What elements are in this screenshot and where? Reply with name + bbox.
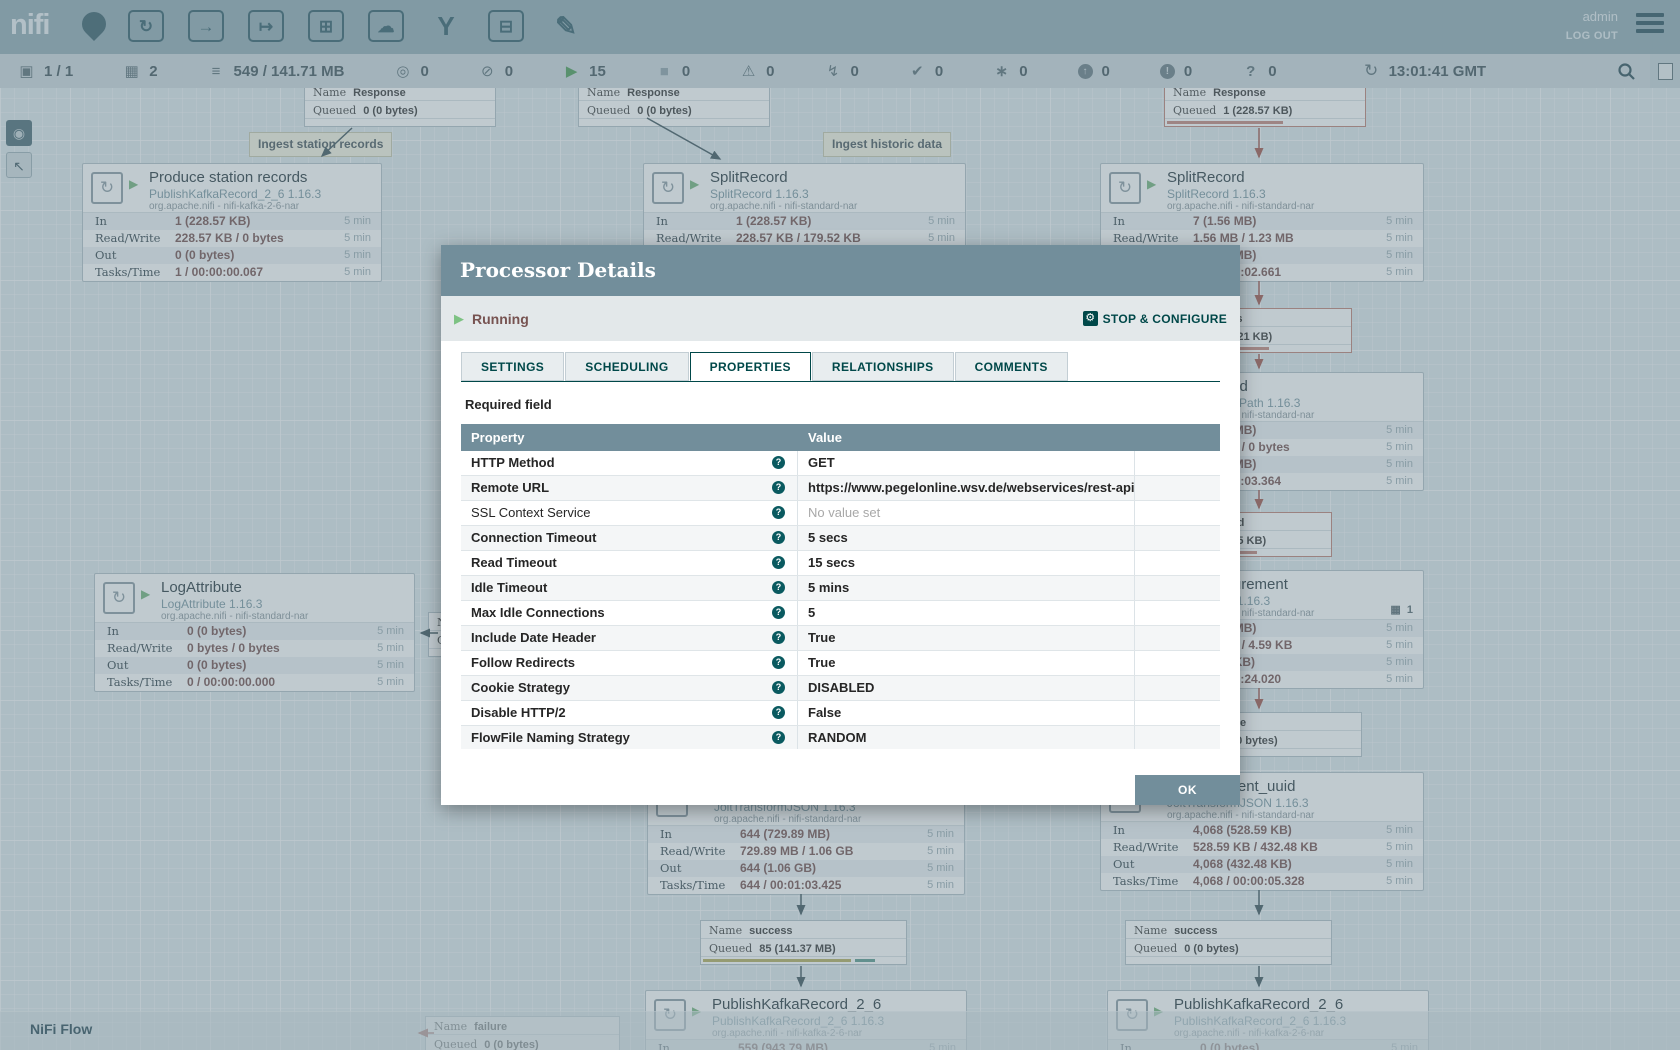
property-name-cell: Connection Timeout ? bbox=[461, 526, 798, 550]
gear-icon: ⚙ bbox=[1083, 311, 1098, 326]
run-state-label: Running bbox=[472, 311, 529, 327]
tab-comments[interactable]: COMMENTS bbox=[955, 352, 1068, 381]
property-value-cell: No value set bbox=[798, 501, 1135, 525]
running-icon: ▶ bbox=[454, 311, 464, 327]
property-value-cell: 5 mins bbox=[798, 576, 1135, 600]
property-name-cell: HTTP Method ? bbox=[461, 451, 798, 475]
property-value-cell: GET bbox=[798, 451, 1135, 475]
help-icon[interactable]: ? bbox=[772, 631, 785, 644]
property-extra-cell bbox=[1135, 451, 1220, 475]
property-extra-cell bbox=[1135, 501, 1220, 525]
property-row: Read Timeout ? 15 secs bbox=[461, 551, 1220, 576]
property-name-cell: FlowFile Naming Strategy ? bbox=[461, 726, 798, 749]
property-value-cell: https://www.pegelonline.wsv.de/webservic… bbox=[798, 476, 1135, 500]
property-name-cell: Read Timeout ? bbox=[461, 551, 798, 575]
help-icon[interactable]: ? bbox=[772, 531, 785, 544]
property-extra-cell bbox=[1135, 676, 1220, 700]
property-value-cell: True bbox=[798, 651, 1135, 675]
stop-and-configure-button[interactable]: ⚙ STOP & CONFIGURE bbox=[1083, 311, 1227, 326]
property-name-cell: Disable HTTP/2 ? bbox=[461, 701, 798, 725]
property-row: Max Idle Connections ? 5 bbox=[461, 601, 1220, 626]
property-name-cell: Idle Timeout ? bbox=[461, 576, 798, 600]
dialog-title: Processor Details bbox=[441, 245, 1240, 296]
property-value-cell: 15 secs bbox=[798, 551, 1135, 575]
properties-table-header: Property Value bbox=[461, 424, 1220, 451]
nifi-app: Ingest station records Ingest historic d… bbox=[0, 0, 1680, 1050]
required-field-note: Required field bbox=[465, 397, 1220, 412]
ok-button[interactable]: OK bbox=[1135, 775, 1240, 805]
property-name-cell: Cookie Strategy ? bbox=[461, 676, 798, 700]
tab-scheduling[interactable]: SCHEDULING bbox=[565, 352, 688, 381]
property-extra-cell bbox=[1135, 526, 1220, 550]
property-value-cell: True bbox=[798, 626, 1135, 650]
property-column-header: Property bbox=[461, 424, 798, 451]
property-extra-cell bbox=[1135, 551, 1220, 575]
properties-table: Property Value HTTP Method ? GET Remote … bbox=[461, 424, 1220, 749]
property-extra-cell bbox=[1135, 701, 1220, 725]
help-icon[interactable]: ? bbox=[772, 606, 785, 619]
property-value-cell: RANDOM bbox=[798, 726, 1135, 749]
dialog-status-row: ▶ Running ⚙ STOP & CONFIGURE bbox=[441, 296, 1240, 341]
property-name-cell: SSL Context Service ? bbox=[461, 501, 798, 525]
dialog-body: SETTINGS SCHEDULING PROPERTIES RELATIONS… bbox=[441, 341, 1240, 749]
help-icon[interactable]: ? bbox=[772, 456, 785, 469]
dialog-tabs: SETTINGS SCHEDULING PROPERTIES RELATIONS… bbox=[461, 352, 1220, 382]
property-row: FlowFile Naming Strategy ? RANDOM bbox=[461, 726, 1220, 749]
property-extra-cell bbox=[1135, 601, 1220, 625]
property-row: Disable HTTP/2 ? False bbox=[461, 701, 1220, 726]
property-value-cell: 5 secs bbox=[798, 526, 1135, 550]
property-row: HTTP Method ? GET bbox=[461, 451, 1220, 476]
help-icon[interactable]: ? bbox=[772, 706, 785, 719]
property-row: Connection Timeout ? 5 secs bbox=[461, 526, 1220, 551]
property-name-cell: Max Idle Connections ? bbox=[461, 601, 798, 625]
tab-relationships[interactable]: RELATIONSHIPS bbox=[812, 352, 954, 381]
help-icon[interactable]: ? bbox=[772, 731, 785, 744]
help-icon[interactable]: ? bbox=[772, 656, 785, 669]
property-value-cell: DISABLED bbox=[798, 676, 1135, 700]
property-extra-cell bbox=[1135, 726, 1220, 749]
value-column-header: Value bbox=[798, 424, 1135, 451]
property-row: Remote URL ? https://www.pegelonline.wsv… bbox=[461, 476, 1220, 501]
properties-table-rows: HTTP Method ? GET Remote URL ? https://w… bbox=[461, 451, 1220, 749]
property-extra-cell bbox=[1135, 576, 1220, 600]
property-extra-cell bbox=[1135, 651, 1220, 675]
property-row: SSL Context Service ? No value set bbox=[461, 501, 1220, 526]
property-name-cell: Include Date Header ? bbox=[461, 626, 798, 650]
property-value-cell: 5 bbox=[798, 601, 1135, 625]
tab-settings[interactable]: SETTINGS bbox=[461, 352, 564, 381]
property-row: Idle Timeout ? 5 mins bbox=[461, 576, 1220, 601]
property-extra-cell bbox=[1135, 626, 1220, 650]
property-extra-cell bbox=[1135, 476, 1220, 500]
dialog-header: Processor Details bbox=[441, 245, 1240, 296]
property-row: Cookie Strategy ? DISABLED bbox=[461, 676, 1220, 701]
processor-details-dialog: Processor Details ▶ Running ⚙ STOP & CON… bbox=[441, 245, 1240, 805]
property-name-cell: Remote URL ? bbox=[461, 476, 798, 500]
help-icon[interactable]: ? bbox=[772, 506, 785, 519]
property-row: Follow Redirects ? True bbox=[461, 651, 1220, 676]
property-value-cell: False bbox=[798, 701, 1135, 725]
help-icon[interactable]: ? bbox=[772, 681, 785, 694]
property-name-cell: Follow Redirects ? bbox=[461, 651, 798, 675]
tab-properties[interactable]: PROPERTIES bbox=[690, 352, 811, 381]
property-row: Include Date Header ? True bbox=[461, 626, 1220, 651]
help-icon[interactable]: ? bbox=[772, 581, 785, 594]
help-icon[interactable]: ? bbox=[772, 481, 785, 494]
help-icon[interactable]: ? bbox=[772, 556, 785, 569]
